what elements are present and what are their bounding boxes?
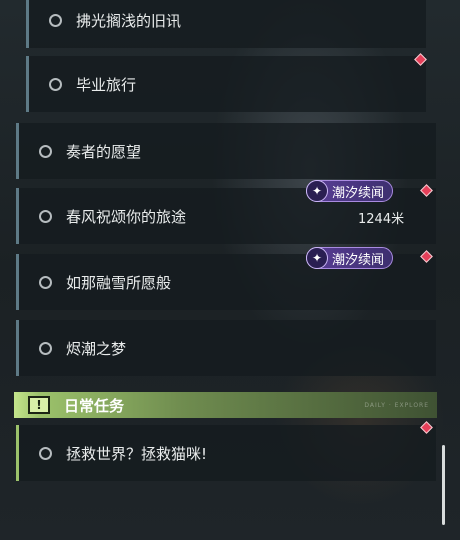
quest-accent-bar [16,425,19,481]
distance-readout: 1244米 [358,212,405,227]
quest-title: 拯救世界？拯救猫咪! [66,444,208,463]
quest-status-circle-icon [39,341,52,355]
sparkle-icon: ✦ [306,180,328,202]
quest-accent-bar [16,188,19,244]
quest-title: 拂光搁浅的旧讯 [76,11,182,30]
quest-title: 毕业旅行 [76,75,137,94]
quest-title: 奏者的愿望 [66,142,142,161]
quest-status-circle-icon [39,209,52,223]
quest-title: 春风祝颂你的旅途 [66,207,187,226]
quest-accent-bar [26,0,29,48]
quest-status-circle-icon [39,446,52,460]
quest-title: 烬潮之梦 [66,339,127,358]
quest-status-circle-icon [39,275,52,289]
quest-status-circle-icon [49,13,62,27]
quest-item[interactable]: 拂光搁浅的旧讯 [26,0,426,48]
section-tag: DAILY · EXPLORE [364,401,429,409]
scrollbar[interactable] [442,445,445,525]
quest-accent-bar [26,56,29,112]
sparkle-icon: ✦ [306,247,328,269]
quest-accent-bar [16,254,19,310]
quest-accent-bar [16,123,19,179]
badge-text: 潮汐续闻 [332,185,385,201]
daily-quest-item[interactable]: 拯救世界？拯救猫咪! [16,425,436,481]
quest-status-circle-icon [39,144,52,158]
quest-item[interactable]: 毕业旅行 [26,56,426,112]
badge-text: 潮汐续闻 [332,252,385,268]
tide-sequel-badge: ✦ 潮汐续闻 [306,180,394,202]
quest-item[interactable]: 烬潮之梦 [16,320,436,376]
quest-status-circle-icon [49,77,62,91]
quest-title: 如那融雪所愿般 [66,273,172,292]
tide-sequel-badge: ✦ 潮汐续闻 [306,247,394,269]
exclamation-icon: ! [28,396,50,414]
section-title: 日常任务 [64,396,125,415]
quest-accent-bar [16,320,19,376]
daily-quests-header[interactable]: ! 日常任务 DAILY · EXPLORE [14,392,437,418]
quest-item[interactable]: 奏者的愿望 [16,123,436,179]
